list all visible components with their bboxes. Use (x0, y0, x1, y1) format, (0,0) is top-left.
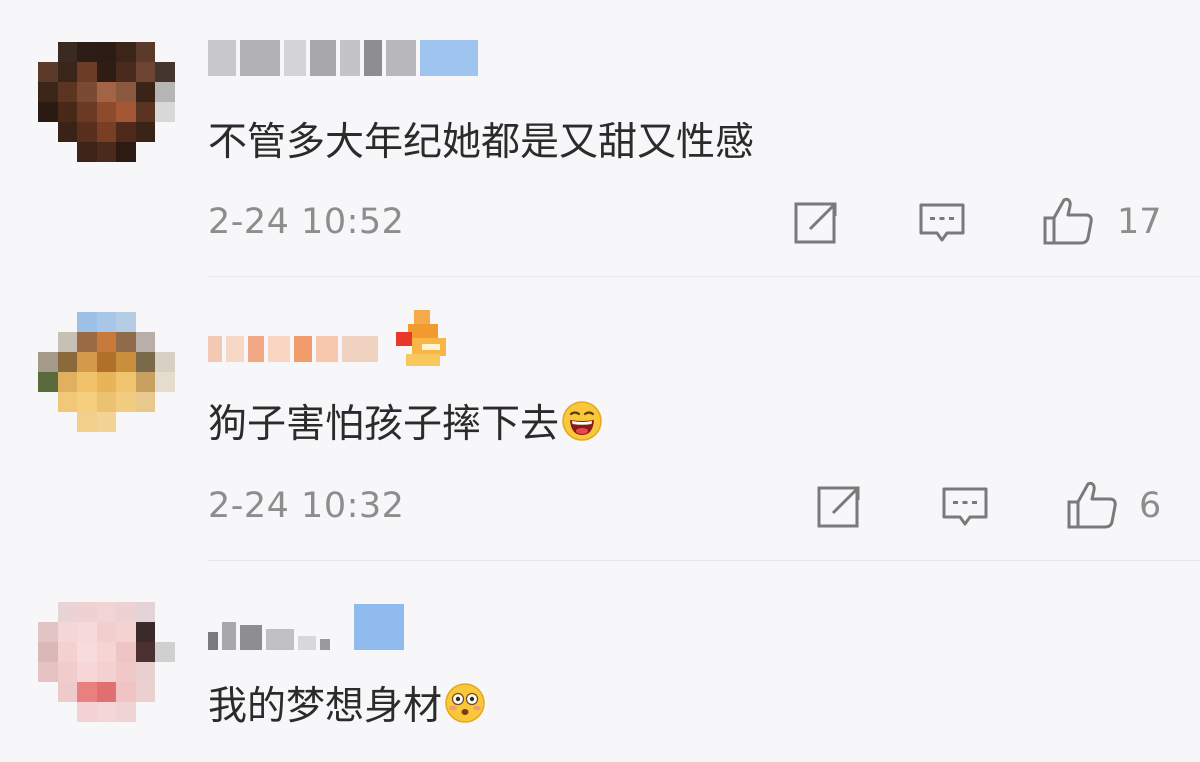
share-icon[interactable] (816, 482, 864, 530)
share-icon[interactable] (793, 198, 841, 246)
thumbs-up-icon[interactable] (1042, 196, 1094, 246)
comment-time: 2-24 10:32 (208, 486, 405, 526)
thumbs-up-icon[interactable] (1066, 480, 1118, 530)
username-blurred[interactable] (208, 40, 478, 76)
comment-item: 狗子害怕孩子摔下去 2-24 10:32 6 (0, 278, 1200, 561)
avatar[interactable] (38, 602, 175, 722)
vip-badge-icon (396, 310, 446, 366)
username-blurred[interactable] (208, 604, 404, 650)
laughing-emoji (562, 401, 602, 441)
comment-item: 不管多大年纪她都是又甜又性感 2-24 10:52 17 (0, 0, 1200, 277)
comment-item: 我的梦想身材 (0, 562, 1200, 762)
flushed-emoji (445, 683, 485, 723)
like-count: 17 (1117, 202, 1162, 242)
like-count: 6 (1139, 486, 1162, 526)
comment-text: 狗子害怕孩子摔下去 (208, 396, 603, 447)
comment-time: 2-24 10:52 (208, 202, 405, 242)
divider (208, 276, 1200, 277)
avatar[interactable] (38, 312, 175, 432)
avatar[interactable] (38, 42, 175, 162)
comment-icon[interactable] (941, 482, 989, 530)
comment-text: 不管多大年纪她都是又甜又性感 (208, 114, 755, 165)
username-blurred[interactable] (208, 336, 378, 362)
comment-text-content: 我的梦想身材 (208, 684, 443, 729)
comment-icon[interactable] (918, 198, 966, 246)
comment-text: 我的梦想身材 (208, 678, 486, 729)
comment-text-content: 不管多大年纪她都是又甜又性感 (208, 120, 755, 165)
comment-list: 不管多大年纪她都是又甜又性感 2-24 10:52 17 狗子害怕孩子摔下去 2… (0, 0, 1200, 762)
comment-text-content: 狗子害怕孩子摔下去 (208, 402, 560, 447)
divider (208, 560, 1200, 561)
